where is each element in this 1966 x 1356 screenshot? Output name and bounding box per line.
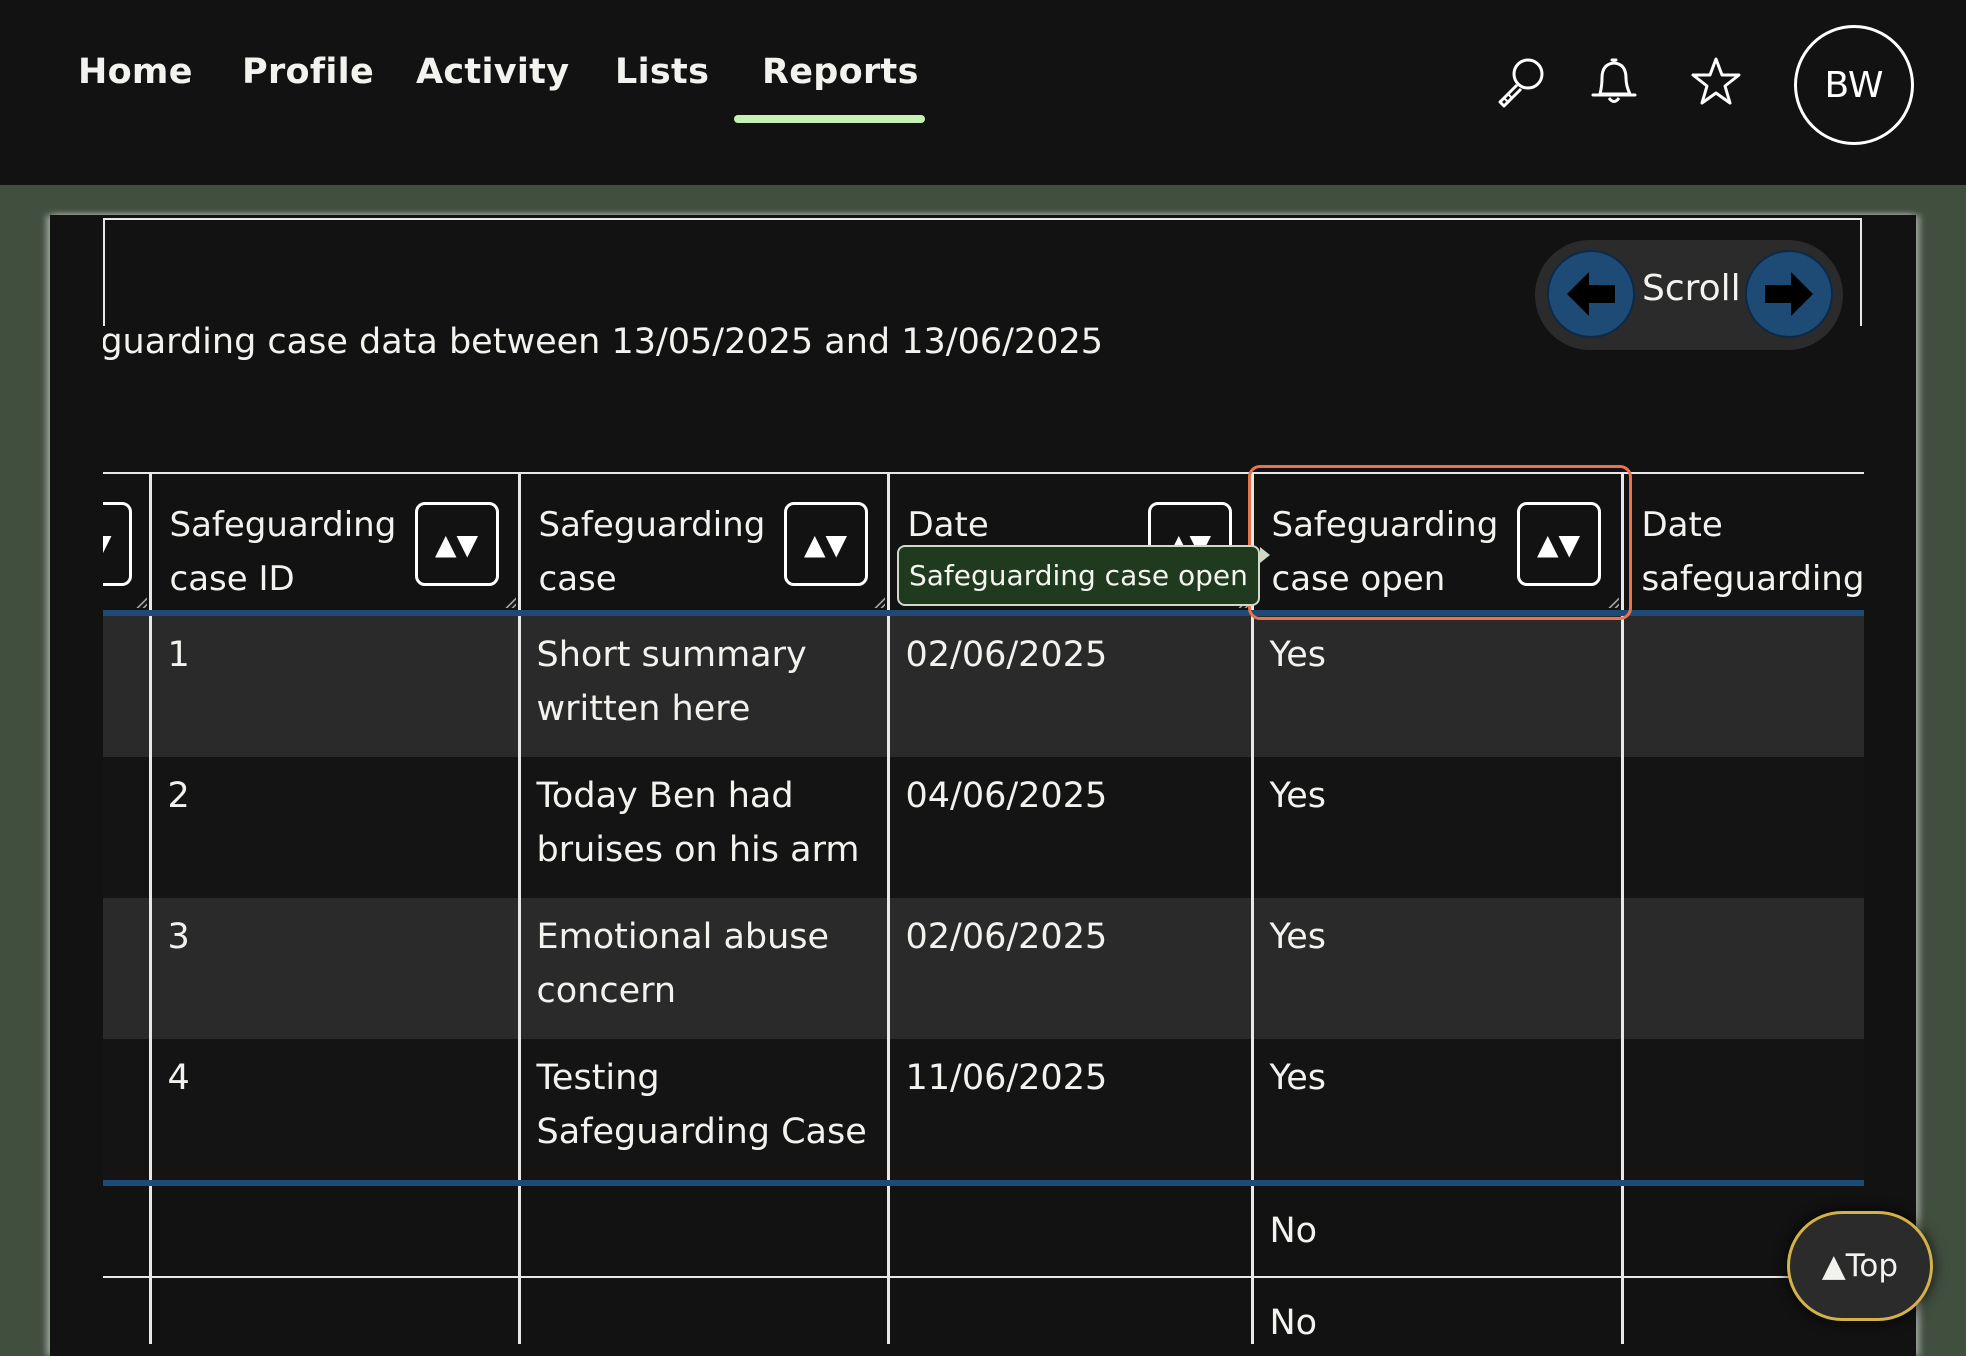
column-resize-handle[interactable] [872, 596, 885, 608]
table-cell [1622, 757, 1864, 898]
column-resize-handle[interactable] [1606, 596, 1619, 608]
column-header-label: Safeguarding case ID [169, 505, 397, 599]
cell-text: Short summary written here [536, 635, 807, 729]
table-cell: Today Ben had bruises on his arm [519, 757, 890, 898]
column-resize-handle[interactable] [503, 596, 516, 608]
table-cell [103, 613, 152, 757]
search-icon[interactable] [1492, 54, 1550, 112]
table-cell [1622, 613, 1864, 757]
cell-text: 04/06/2025 [905, 776, 1108, 816]
cell-text: No [1269, 1303, 1318, 1343]
scroll-right-button[interactable] [1745, 250, 1833, 338]
table-cell: 4 [150, 1039, 521, 1183]
table-cell: Yes [1252, 898, 1624, 1039]
cell-text: Today Ben had bruises on his arm [536, 776, 860, 870]
scroll-left-button[interactable] [1547, 250, 1635, 338]
table-row: 1 Short summary written here 02/06/2025 … [103, 613, 1864, 757]
table-cell: 3 [150, 898, 521, 1039]
cell-text: 2 [167, 776, 190, 816]
cell-text: 3 [167, 917, 190, 957]
cell-text: 4 [167, 1058, 190, 1098]
sort-button-case-id[interactable]: ▲▼ [414, 502, 499, 586]
column-header-hidden: ▲▼ [103, 472, 152, 616]
table-cell: Yes [1252, 1039, 1624, 1183]
table-cell [1622, 1039, 1864, 1183]
table-cell [519, 1180, 890, 1277]
table-cell [103, 898, 152, 1039]
cell-text: 02/06/2025 [905, 635, 1108, 675]
table-cell: 02/06/2025 [888, 613, 1254, 757]
sort-button-case-open[interactable]: ▲▼ [1516, 502, 1601, 586]
report-subtitle-text: Safeguarding case data between 13/05/202… [103, 322, 1103, 362]
nav-activity[interactable]: Activity [416, 52, 569, 92]
nav-profile[interactable]: Profile [242, 52, 374, 92]
column-tooltip: Safeguarding case open [897, 545, 1270, 606]
table-cell: No [1252, 1180, 1624, 1277]
cell-text: Emotional abuse concern [536, 917, 830, 1011]
sort-button-hidden-column[interactable]: ▲▼ [103, 502, 132, 586]
table-cell: Short summary written here [519, 613, 890, 757]
cell-text: Yes [1269, 917, 1327, 957]
scroll-control: Scroll [1535, 240, 1843, 350]
column-header-label: Safeguarding case open [1271, 505, 1499, 599]
nav-home[interactable]: Home [78, 52, 193, 92]
column-header-label: Date safeguarding [1641, 505, 1865, 599]
bell-icon[interactable] [1585, 54, 1643, 112]
table-summary-row: No [103, 1276, 1864, 1344]
table-cell [888, 1276, 1254, 1344]
report-subtitle: Safeguarding case data between 13/05/202… [103, 322, 1103, 372]
cell-text: 11/06/2025 [905, 1058, 1108, 1098]
table-row: 2 Today Ben had bruises on his arm 04/06… [103, 757, 1864, 898]
table-cell [888, 1180, 1254, 1277]
table-cell: Emotional abuse concern [519, 898, 890, 1039]
column-header-case-open: Safeguarding case open ▲▼ [1252, 472, 1624, 616]
table-cell: 2 [150, 757, 521, 898]
table-cell: 1 [150, 613, 521, 757]
nav-lists[interactable]: Lists [615, 52, 709, 92]
table-cell: No [1252, 1276, 1624, 1344]
table-cell: 02/06/2025 [888, 898, 1254, 1039]
column-header-case-id: Safeguarding case ID ▲▼ [150, 472, 521, 616]
cell-text: Testing Safeguarding Case [536, 1058, 867, 1152]
cell-text: No [1269, 1211, 1318, 1251]
cell-text: Yes [1269, 635, 1327, 675]
sort-button-case[interactable]: ▲▼ [783, 502, 868, 586]
table-cell: 04/06/2025 [888, 757, 1254, 898]
table-summary-row: No [103, 1180, 1864, 1277]
table-cell [150, 1180, 521, 1277]
table-cell [519, 1276, 890, 1344]
column-header-label: Date [907, 505, 989, 545]
table-cell [103, 1039, 152, 1183]
table-row: 4 Testing Safeguarding Case 11/06/2025 Y… [103, 1039, 1864, 1183]
cell-text: Yes [1269, 776, 1327, 816]
table-cell [150, 1276, 521, 1344]
column-resize-handle[interactable] [134, 596, 147, 608]
table-cell: 11/06/2025 [888, 1039, 1254, 1183]
column-header-label: Safeguarding case [538, 505, 766, 599]
table-row: 3 Emotional abuse concern 02/06/2025 Yes [103, 898, 1864, 1039]
table-cell: Yes [1252, 757, 1624, 898]
table-cell [1622, 898, 1864, 1039]
nav-reports[interactable]: Reports [762, 52, 919, 92]
top-navigation-bar: Home Profile Activity Lists Reports BW [0, 0, 1966, 185]
table-cell [103, 1180, 152, 1277]
cell-text: Yes [1269, 1058, 1327, 1098]
star-icon[interactable] [1687, 54, 1745, 112]
table-cell: Yes [1252, 613, 1624, 757]
scroll-label: Scroll [1642, 268, 1741, 309]
active-tab-indicator [734, 115, 925, 123]
table-cell [103, 1276, 152, 1344]
table-cell [103, 757, 152, 898]
cell-text: 02/06/2025 [905, 917, 1108, 957]
user-avatar[interactable]: BW [1794, 25, 1914, 145]
column-header-date-safeguarding: Date safeguarding [1622, 472, 1865, 616]
table-cell: Testing Safeguarding Case [519, 1039, 890, 1183]
column-header-case: Safeguarding case ▲▼ [519, 472, 890, 616]
arrow-left-icon [1567, 272, 1615, 316]
arrow-right-icon [1765, 272, 1813, 316]
cell-text: 1 [167, 635, 190, 675]
back-to-top-button[interactable]: ▲Top [1787, 1211, 1933, 1321]
